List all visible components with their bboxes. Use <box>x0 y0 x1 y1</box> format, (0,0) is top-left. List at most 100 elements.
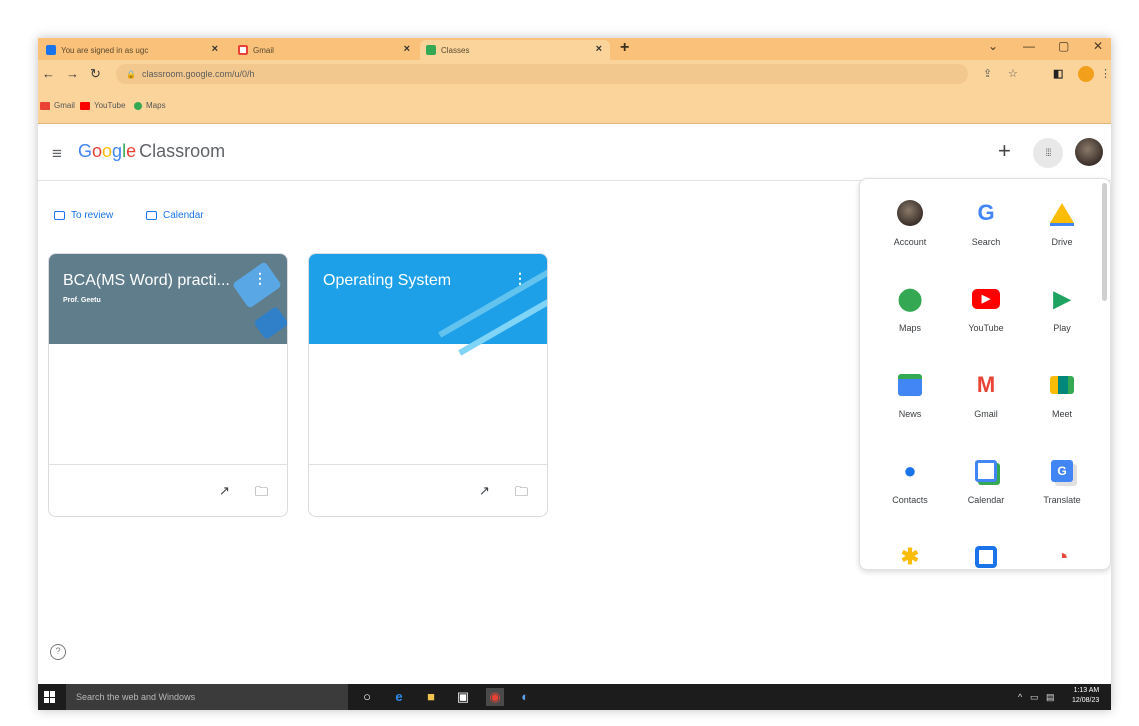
chrome-icon: ◔ <box>1055 544 1069 569</box>
tab-label: You are signed in as ugc <box>61 45 149 55</box>
google-apps-button[interactable]: ⁞⁞⁞ <box>1033 138 1063 168</box>
class-card[interactable]: BCA(MS Word) practi... Prof. Geetu ⋮ ↗ 🗀 <box>48 253 288 517</box>
calendar-link[interactable]: Calendar <box>146 210 204 221</box>
main-menu-icon[interactable]: ≡ <box>52 144 62 164</box>
app-label: Account <box>893 237 927 247</box>
app-label: Translate <box>1043 495 1081 505</box>
kebab-menu-icon[interactable]: ⋮ <box>1100 67 1111 80</box>
app-meet[interactable]: Meet <box>1024 351 1100 431</box>
chevron-down-icon[interactable]: ⌄ <box>988 39 998 53</box>
app-account[interactable]: Account <box>872 179 948 259</box>
app-taskbar-icon[interactable]: ◐ <box>516 688 534 706</box>
apps-scrollbar[interactable] <box>1102 183 1107 301</box>
bookmark-label: Maps <box>146 101 166 110</box>
classroom-logo[interactable]: Google Classroom <box>78 141 225 162</box>
close-tab-icon[interactable]: × <box>404 43 410 55</box>
google-apps-panel: Account G Search Drive ⬤ Maps ▶ YouTube … <box>859 178 1111 570</box>
app-label: YouTube <box>968 323 1004 333</box>
network-icon[interactable]: ▭ <box>1030 692 1039 703</box>
bookmark-label: YouTube <box>94 101 126 110</box>
app-label: Meet <box>1051 409 1072 419</box>
restore-icon[interactable]: ▢ <box>1058 39 1069 53</box>
trending-icon[interactable]: ↗ <box>479 483 490 499</box>
class-card[interactable]: Operating System ⋮ ↗ 🗀 <box>308 253 548 517</box>
folder-icon[interactable]: 🗀 <box>515 483 528 505</box>
chevron-up-icon[interactable]: ^ <box>1018 692 1022 702</box>
address-bar[interactable]: 🔒 classroom.google.com/u/0/h <box>116 64 968 84</box>
app-play[interactable]: ▶ Play <box>1024 265 1100 345</box>
file-explorer-icon[interactable]: ■ <box>422 688 440 706</box>
app-drive[interactable]: Drive <box>1024 179 1100 259</box>
app-youtube[interactable]: ▶ YouTube <box>948 265 1024 345</box>
app-photos[interactable]: ✱ <box>872 523 948 569</box>
app-label: Contacts <box>892 495 928 505</box>
class-banner[interactable]: Operating System ⋮ <box>309 254 547 356</box>
app-chrome-web-store[interactable]: ◔ <box>1024 523 1100 569</box>
bookmark-gmail[interactable]: Gmail <box>40 101 75 110</box>
reload-icon[interactable]: ↻ <box>90 66 101 82</box>
forward-icon[interactable]: → <box>66 66 79 81</box>
calendar-icon <box>146 211 157 220</box>
chrome-taskbar-icon[interactable]: ◉ <box>486 688 504 706</box>
gmail-icon: M <box>976 372 996 397</box>
folder-icon[interactable]: 🗀 <box>255 483 268 505</box>
youtube-icon: ▶ <box>972 285 1000 313</box>
app-label: Calendar <box>967 495 1005 505</box>
help-icon[interactable]: ? <box>50 644 66 660</box>
search-placeholder: Search the web and Windows <box>76 692 196 702</box>
tab-gmail[interactable]: Gmail × <box>232 40 418 60</box>
class-options-icon[interactable]: ⋮ <box>513 270 527 287</box>
app-label: Maps <box>898 323 921 333</box>
close-tab-icon[interactable]: × <box>596 43 602 55</box>
task-view-icon[interactable]: ○ <box>358 688 376 706</box>
taskbar-search-box[interactable]: Search the web and Windows <box>66 684 348 710</box>
class-title[interactable]: BCA(MS Word) practi... <box>63 272 243 290</box>
calendar-icon <box>972 457 1000 485</box>
class-banner[interactable]: BCA(MS Word) practi... Prof. Geetu ⋮ <box>49 254 287 344</box>
app-contacts[interactable]: ● Contacts <box>872 437 948 517</box>
class-title[interactable]: Operating System <box>323 272 503 290</box>
app-translate[interactable]: G Translate <box>1024 437 1100 517</box>
calendar-label: Calendar <box>163 210 204 221</box>
minimize-icon[interactable]: — <box>1023 39 1035 53</box>
class-options-icon[interactable]: ⋮ <box>253 270 267 287</box>
youtube-icon <box>80 101 90 110</box>
app-maps[interactable]: ⬤ Maps <box>872 265 948 345</box>
bookmark-star-icon[interactable]: ☆ <box>1008 67 1018 80</box>
share-icon[interactable]: ⇪ <box>983 67 992 80</box>
app-calendar[interactable]: Calendar <box>948 437 1024 517</box>
back-icon[interactable]: ← <box>42 66 55 81</box>
windows-start-icon[interactable] <box>44 691 56 703</box>
app-label: Drive <box>1051 237 1073 247</box>
tab-strip: You are signed in as ugc × Gmail × Class… <box>38 38 1111 60</box>
tab-label: Gmail <box>253 45 274 55</box>
taskbar-clock[interactable]: 1:13 AM 12/08/23 <box>1072 686 1099 706</box>
account-avatar[interactable] <box>1075 138 1103 166</box>
app-search[interactable]: G Search <box>948 179 1024 259</box>
maps-icon: ⬤ <box>897 286 923 311</box>
trending-icon[interactable]: ↗ <box>219 483 230 499</box>
close-tab-icon[interactable]: × <box>212 43 218 55</box>
edge-icon[interactable]: e <box>390 688 408 706</box>
store-icon[interactable]: ▣ <box>454 688 472 706</box>
bookmark-youtube[interactable]: YouTube <box>80 101 125 110</box>
bookmark-maps[interactable]: Maps <box>134 101 166 110</box>
tab-classes[interactable]: Classes × <box>420 40 610 60</box>
bookmark-label: Gmail <box>54 101 75 110</box>
side-panel-icon[interactable]: ◧ <box>1053 67 1063 80</box>
profile-avatar[interactable] <box>1078 66 1094 82</box>
app-chat[interactable] <box>948 523 1024 569</box>
notifications-icon[interactable]: ▤ <box>1046 692 1055 703</box>
app-label: Gmail <box>974 409 998 419</box>
tab-signed-in[interactable]: You are signed in as ugc × <box>40 40 226 60</box>
to-review-link[interactable]: To review <box>54 210 113 221</box>
drive-icon <box>1048 199 1076 227</box>
lock-icon: 🔒 <box>126 69 136 79</box>
create-join-icon[interactable]: + <box>998 138 1011 164</box>
logo-product: Classroom <box>139 141 226 161</box>
new-tab-icon[interactable]: + <box>620 39 629 57</box>
classroom-header: ≡ Google Classroom + ⁞⁞⁞ <box>38 124 1111 181</box>
app-news[interactable]: News <box>872 351 948 431</box>
close-window-icon[interactable]: ✕ <box>1093 39 1103 53</box>
app-gmail[interactable]: M Gmail <box>948 351 1024 431</box>
